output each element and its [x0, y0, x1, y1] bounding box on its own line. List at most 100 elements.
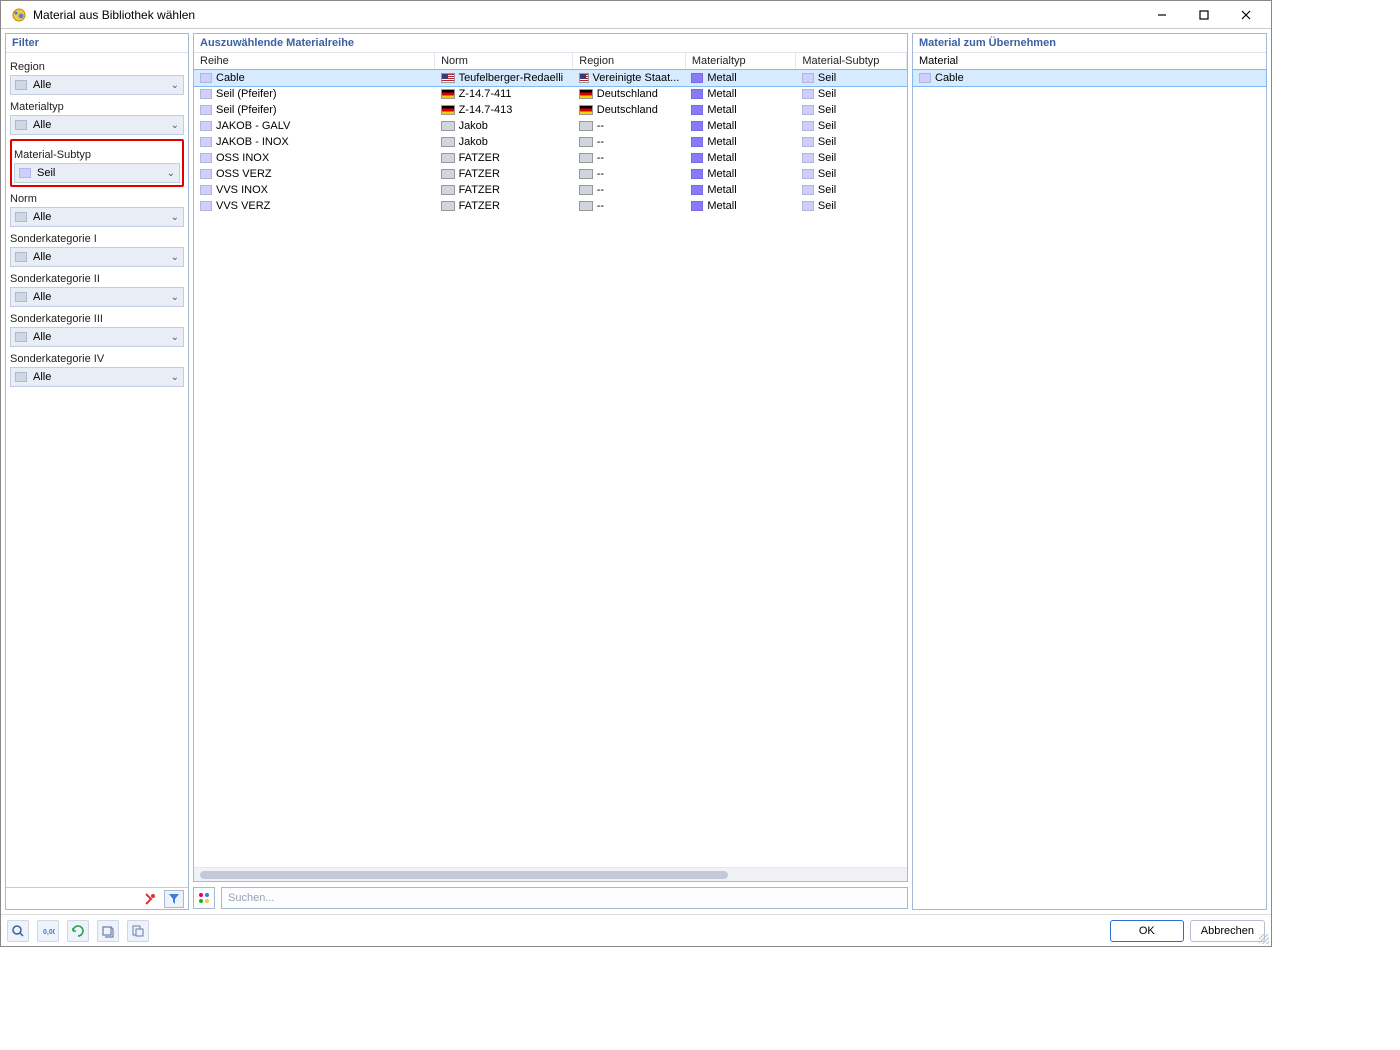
cell-text: JAKOB - GALV	[216, 120, 290, 132]
filter-label-3: Norm	[10, 187, 184, 207]
footer-tool-3-icon[interactable]	[67, 920, 89, 942]
swatch-icon	[691, 169, 703, 179]
cancel-button[interactable]: Abbrechen	[1190, 920, 1265, 942]
cell-text: --	[597, 120, 604, 132]
close-button[interactable]	[1225, 1, 1267, 29]
table-row[interactable]: VVS VERZFATZER--MetallSeil	[194, 198, 907, 214]
flag-icon	[441, 121, 455, 131]
uebernehmen-header: Material zum Übernehmen	[913, 34, 1266, 53]
uebernehmen-column-header[interactable]: Material	[913, 53, 1266, 70]
table-row[interactable]: VVS INOXFATZER--MetallSeil	[194, 182, 907, 198]
cell-text: Metall	[707, 168, 736, 180]
chevron-down-icon: ⌄	[171, 372, 179, 383]
filter-select-materialtyp[interactable]: Alle⌄	[10, 115, 184, 135]
column-header[interactable]: Region	[573, 53, 686, 70]
material-table[interactable]: ReiheNormRegionMaterialtypMaterial-Subty…	[194, 53, 907, 214]
swatch-icon	[802, 153, 814, 163]
filter-select-sonderkategorie-i[interactable]: Alle⌄	[10, 247, 184, 267]
filter-icon[interactable]	[164, 890, 184, 908]
cell-text: Deutschland	[597, 88, 658, 100]
search-placeholder: Suchen...	[228, 892, 274, 904]
app-icon	[11, 7, 27, 23]
swatch-icon	[691, 153, 703, 163]
cell-text: Seil	[818, 104, 836, 116]
cell-text: VVS VERZ	[216, 200, 270, 212]
swatch-icon	[802, 137, 814, 147]
swatch-icon	[691, 201, 703, 211]
ok-button[interactable]: OK	[1110, 920, 1184, 942]
footer-tool-1-icon[interactable]	[7, 920, 29, 942]
svg-text:0,00: 0,00	[43, 929, 55, 936]
footer-tool-4-icon[interactable]	[97, 920, 119, 942]
swatch-icon	[200, 201, 212, 211]
titlebar[interactable]: Material aus Bibliothek wählen	[1, 1, 1271, 29]
chevron-down-icon: ⌄	[171, 80, 179, 91]
table-row[interactable]: Seil (Pfeifer)Z-14.7-411DeutschlandMetal…	[194, 86, 907, 102]
filter-select-material-subtyp[interactable]: Seil⌄	[14, 163, 180, 183]
filter-select-region[interactable]: Alle⌄	[10, 75, 184, 95]
table-row[interactable]: JAKOB - GALVJakob--MetallSeil	[194, 118, 907, 134]
filter-select-sonderkategorie-ii[interactable]: Alle⌄	[10, 287, 184, 307]
cell-text: Seil (Pfeifer)	[216, 88, 277, 100]
filter-select-sonderkategorie-iv[interactable]: Alle⌄	[10, 367, 184, 387]
dialog-window: Material aus Bibliothek wählen Filter Re…	[0, 0, 1272, 947]
clear-filter-icon[interactable]	[140, 890, 160, 908]
filter-label-4: Sonderkategorie I	[10, 227, 184, 247]
footer-tool-5-icon[interactable]	[127, 920, 149, 942]
material-uebernehmen-panel: Material zum Übernehmen Material Cable	[912, 33, 1267, 910]
swatch-icon	[200, 137, 212, 147]
chevron-down-icon: ⌄	[171, 212, 179, 223]
flag-icon	[579, 185, 593, 195]
table-row[interactable]: Seil (Pfeifer)Z-14.7-413DeutschlandMetal…	[194, 102, 907, 118]
filter-value: Alle	[33, 79, 171, 91]
chevron-down-icon: ⌄	[171, 120, 179, 131]
flag-icon	[441, 169, 455, 179]
table-row[interactable]: JAKOB - INOXJakob--MetallSeil	[194, 134, 907, 150]
swatch-icon	[200, 169, 212, 179]
swatch-icon	[691, 137, 703, 147]
swatch-icon	[200, 89, 212, 99]
filter-chip-icon	[15, 120, 27, 130]
column-header[interactable]: Norm	[435, 53, 573, 70]
flag-icon	[441, 201, 455, 211]
search-settings-icon[interactable]	[193, 887, 215, 909]
filter-chip-icon	[15, 292, 27, 302]
filter-select-sonderkategorie-iii[interactable]: Alle⌄	[10, 327, 184, 347]
filter-sidebar: Filter RegionAlle⌄MaterialtypAlle⌄Materi…	[5, 33, 189, 910]
flag-icon	[579, 201, 593, 211]
footer-tool-2-icon[interactable]: 0,00	[37, 920, 59, 942]
cell-text: --	[597, 168, 604, 180]
filter-label-2: Material-Subtyp	[14, 143, 180, 163]
resize-grip-icon[interactable]	[1259, 934, 1269, 944]
filter-select-norm[interactable]: Alle⌄	[10, 207, 184, 227]
cell-text: Jakob	[459, 120, 488, 132]
search-input[interactable]: Suchen...	[221, 887, 908, 909]
flag-icon	[441, 153, 455, 163]
swatch-icon	[691, 105, 703, 115]
table-row[interactable]: OSS INOXFATZER--MetallSeil	[194, 150, 907, 166]
flag-icon	[579, 153, 593, 163]
cell-text: Metall	[707, 136, 736, 148]
column-header[interactable]: Reihe	[194, 53, 435, 70]
filter-value: Alle	[33, 119, 171, 131]
flag-icon	[579, 73, 589, 83]
maximize-button[interactable]	[1183, 1, 1225, 29]
cell-text: OSS INOX	[216, 152, 269, 164]
minimize-button[interactable]	[1141, 1, 1183, 29]
table-row[interactable]: OSS VERZFATZER--MetallSeil	[194, 166, 907, 182]
table-row[interactable]: CableTeufelberger-RedaelliVereinigte Sta…	[194, 70, 907, 87]
cell-text: FATZER	[459, 200, 500, 212]
column-header[interactable]: Materialtyp	[685, 53, 796, 70]
flag-icon	[579, 137, 593, 147]
chevron-down-icon: ⌄	[171, 332, 179, 343]
cell-text: Metall	[707, 72, 736, 84]
cell-text: Metall	[707, 184, 736, 196]
cell-text: Seil	[818, 136, 836, 148]
selected-material-row[interactable]: Cable	[913, 70, 1266, 86]
cell-text: Seil	[818, 152, 836, 164]
chevron-down-icon: ⌄	[167, 168, 175, 179]
cell-text: Z-14.7-413	[459, 104, 513, 116]
center-panel: Auszuwählende Materialreihe ReiheNormReg…	[193, 33, 908, 910]
column-header[interactable]: Material-Subtyp	[796, 53, 907, 70]
horizontal-scrollbar[interactable]	[194, 867, 907, 881]
